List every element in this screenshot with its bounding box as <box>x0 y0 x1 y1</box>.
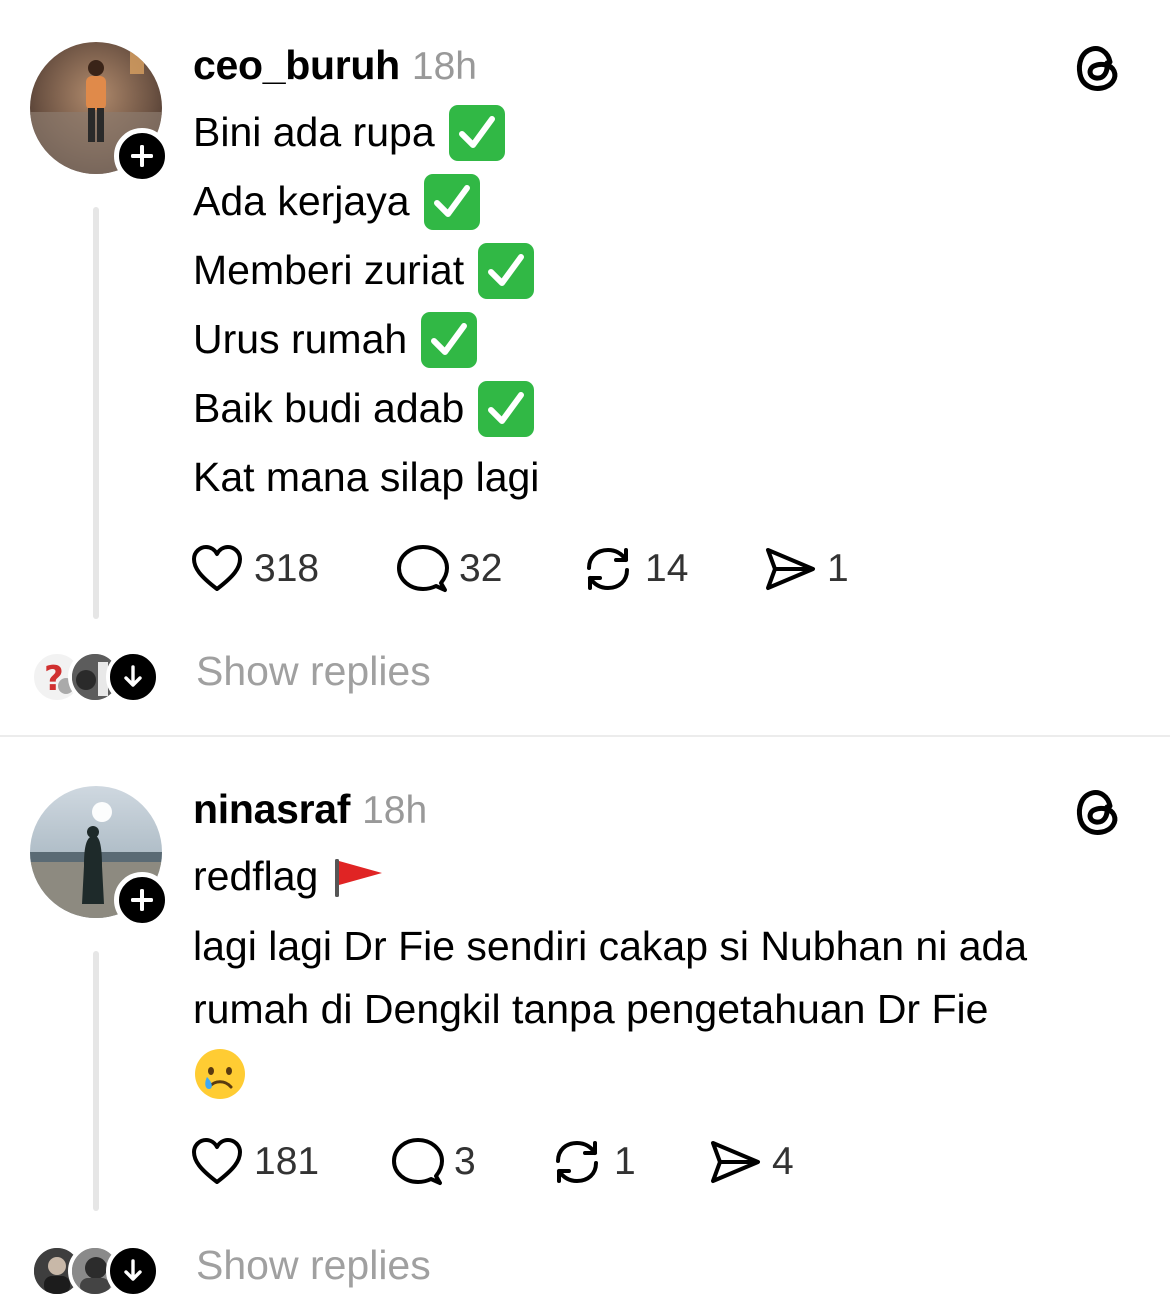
heart-icon <box>192 545 242 591</box>
repost-icon <box>556 1141 598 1183</box>
text-line: Ada kerjaya <box>193 167 1133 236</box>
post-header: ninasraf 18h <box>193 786 427 832</box>
check-mark-icon <box>448 104 505 161</box>
comment-bubble-icon <box>397 545 449 592</box>
thread-post-1: ceo_buruh 18h Bini ada rupa Ada kerjaya … <box>0 42 1170 704</box>
plus-icon <box>131 145 153 167</box>
like-count: 318 <box>254 547 320 590</box>
share-button[interactable]: 4 <box>708 1137 794 1187</box>
heart-icon <box>192 1138 242 1184</box>
comment-button[interactable]: 32 <box>395 543 581 595</box>
username[interactable]: ceo_buruh <box>193 42 400 89</box>
check-mark-icon <box>478 380 535 437</box>
share-count: 1 <box>827 547 849 590</box>
repost-count: 1 <box>614 1140 636 1183</box>
comment-count: 32 <box>459 547 503 590</box>
share-count: 4 <box>772 1140 794 1183</box>
plus-icon <box>131 889 153 911</box>
expand-replies-icon[interactable] <box>106 650 160 704</box>
show-replies-row[interactable]: ? Show replies <box>30 646 530 706</box>
timestamp: 18h <box>411 45 477 88</box>
follow-button[interactable] <box>114 872 170 928</box>
like-button[interactable]: 181 <box>190 1137 390 1187</box>
like-button[interactable]: 318 <box>190 544 395 594</box>
follow-button[interactable] <box>114 128 170 184</box>
action-bar: 181 3 1 4 <box>190 1132 794 1192</box>
repost-icon <box>587 548 629 590</box>
thread-line <box>93 207 99 619</box>
show-replies-link[interactable]: Show replies <box>196 1242 431 1289</box>
timestamp: 18h <box>362 789 428 832</box>
send-icon <box>766 548 815 590</box>
expand-replies-icon[interactable] <box>106 1244 160 1298</box>
red-flag-icon <box>335 858 383 897</box>
action-bar: 318 32 14 1 <box>190 539 849 599</box>
text-line: redflag <box>193 842 1133 911</box>
threads-logo-icon[interactable] <box>1072 786 1124 838</box>
share-button[interactable]: 1 <box>763 544 849 594</box>
threads-logo-icon[interactable] <box>1072 42 1124 94</box>
post-text: redflag lagi lagi Dr Fie sendiri cakap s… <box>193 842 1133 1107</box>
text-line: Bini ada rupa <box>193 98 1133 167</box>
post-header: ceo_buruh 18h <box>193 42 477 88</box>
comment-button[interactable]: 3 <box>390 1136 550 1188</box>
check-mark-icon <box>478 242 535 299</box>
repost-count: 14 <box>645 547 689 590</box>
thread-line <box>93 951 99 1211</box>
text-line: Memberi zuriat <box>193 236 1133 305</box>
post-body: lagi lagi Dr Fie sendiri cakap si Nubhan… <box>193 923 1028 1032</box>
text-line: Urus rumah <box>193 305 1133 374</box>
check-mark-icon <box>423 173 480 230</box>
crying-face-icon <box>195 1049 245 1099</box>
text-line: Baik budi adab <box>193 374 1133 443</box>
username[interactable]: ninasraf <box>193 786 350 833</box>
repost-button[interactable]: 14 <box>581 544 763 594</box>
comment-bubble-icon <box>392 1138 444 1185</box>
show-replies-row[interactable]: Show replies <box>30 1240 530 1300</box>
check-mark-icon <box>421 311 478 368</box>
post-divider <box>0 735 1170 737</box>
post-text: Bini ada rupa Ada kerjaya Memberi zuriat… <box>193 98 1133 512</box>
comment-count: 3 <box>454 1140 476 1183</box>
send-icon <box>711 1141 760 1183</box>
svg-text:?: ? <box>44 659 64 699</box>
show-replies-link[interactable]: Show replies <box>196 648 431 695</box>
text-line: Kat mana silap lagi <box>193 454 540 500</box>
repost-button[interactable]: 1 <box>550 1137 708 1187</box>
like-count: 181 <box>254 1140 320 1183</box>
thread-post-2: ninasraf 18h redflag lagi lagi Dr Fie se… <box>0 786 1170 1316</box>
